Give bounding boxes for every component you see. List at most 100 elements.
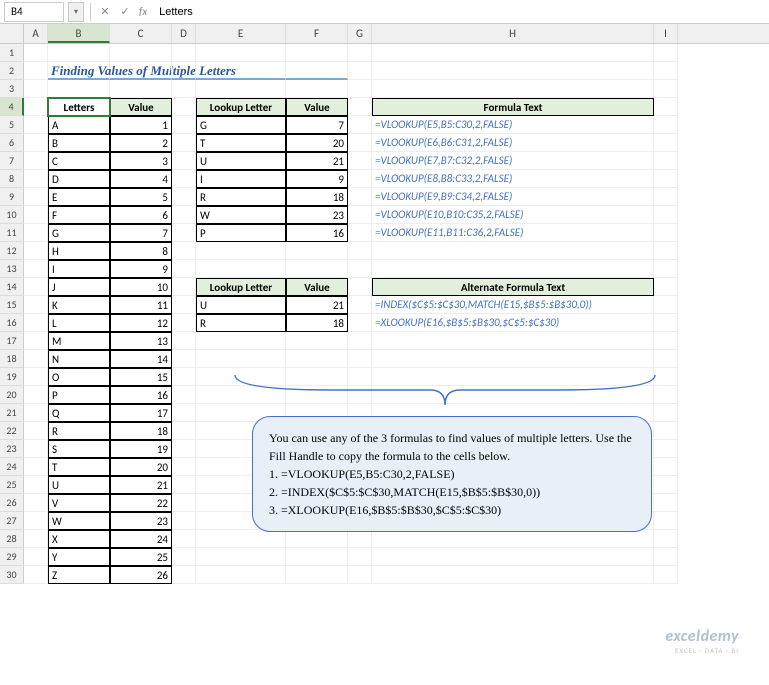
table-cell-value[interactable]: 12 — [110, 314, 172, 332]
table-cell-letter[interactable]: J — [48, 278, 110, 296]
empty-cell[interactable] — [372, 530, 654, 548]
table-cell-letter[interactable]: V — [48, 494, 110, 512]
empty-cell[interactable] — [348, 206, 372, 224]
empty-cell[interactable] — [196, 530, 286, 548]
header-alt-formula-text[interactable]: Alternate Formula Text — [372, 278, 654, 296]
row-header-12[interactable]: 12 — [0, 242, 24, 260]
empty-cell[interactable] — [286, 350, 348, 368]
table-cell-value[interactable]: 14 — [110, 350, 172, 368]
empty-cell[interactable] — [348, 134, 372, 152]
row-header-8[interactable]: 8 — [0, 170, 24, 188]
empty-cell[interactable] — [654, 296, 678, 314]
empty-cell[interactable] — [24, 512, 48, 530]
empty-cell[interactable] — [172, 224, 196, 242]
row-header-16[interactable]: 16 — [0, 314, 24, 332]
empty-cell[interactable] — [286, 530, 348, 548]
empty-cell[interactable] — [654, 80, 678, 98]
table-cell-value[interactable]: 3 — [110, 152, 172, 170]
row-header-19[interactable]: 19 — [0, 368, 24, 386]
table-cell-value[interactable]: 19 — [110, 440, 172, 458]
empty-cell[interactable] — [348, 224, 372, 242]
empty-cell[interactable] — [348, 44, 372, 62]
table-cell-value[interactable]: 9 — [110, 260, 172, 278]
empty-cell[interactable] — [196, 548, 286, 566]
alt-lookup-cell-value[interactable]: 18 — [286, 314, 348, 332]
empty-cell[interactable] — [24, 242, 48, 260]
table-cell-value[interactable]: 20 — [110, 458, 172, 476]
formula-text-cell[interactable]: =VLOOKUP(E10,B10:C35,2,FALSE) — [372, 206, 654, 224]
header-alt-value[interactable]: Value — [286, 278, 348, 296]
empty-cell[interactable] — [48, 80, 110, 98]
empty-cell[interactable] — [172, 296, 196, 314]
empty-cell[interactable] — [654, 224, 678, 242]
empty-cell[interactable] — [654, 440, 678, 458]
empty-cell[interactable] — [172, 458, 196, 476]
row-header-23[interactable]: 23 — [0, 440, 24, 458]
empty-cell[interactable] — [654, 242, 678, 260]
empty-cell[interactable] — [24, 548, 48, 566]
empty-cell[interactable] — [172, 62, 196, 80]
empty-cell[interactable] — [172, 386, 196, 404]
row-header-11[interactable]: 11 — [0, 224, 24, 242]
row-header-29[interactable]: 29 — [0, 548, 24, 566]
empty-cell[interactable] — [348, 530, 372, 548]
empty-cell[interactable] — [196, 260, 286, 278]
lookup-cell-letter[interactable]: U — [196, 152, 286, 170]
empty-cell[interactable] — [654, 278, 678, 296]
empty-cell[interactable] — [172, 440, 196, 458]
table-cell-letter[interactable]: Y — [48, 548, 110, 566]
table-cell-value[interactable]: 5 — [110, 188, 172, 206]
empty-cell[interactable] — [172, 404, 196, 422]
row-header-20[interactable]: 20 — [0, 386, 24, 404]
empty-cell[interactable] — [172, 134, 196, 152]
row-header-26[interactable]: 26 — [0, 494, 24, 512]
empty-cell[interactable] — [24, 368, 48, 386]
table-cell-value[interactable]: 2 — [110, 134, 172, 152]
empty-cell[interactable] — [172, 98, 196, 116]
table-cell-letter[interactable]: G — [48, 224, 110, 242]
empty-cell[interactable] — [654, 350, 678, 368]
empty-cell[interactable] — [372, 62, 654, 80]
alt-lookup-cell-letter[interactable]: U — [196, 296, 286, 314]
table-cell-value[interactable]: 10 — [110, 278, 172, 296]
empty-cell[interactable] — [654, 152, 678, 170]
empty-cell[interactable] — [48, 44, 110, 62]
empty-cell[interactable] — [172, 116, 196, 134]
lookup-cell-letter[interactable]: W — [196, 206, 286, 224]
empty-cell[interactable] — [654, 116, 678, 134]
formula-text-cell[interactable]: =VLOOKUP(E9,B9:C34,2,FALSE) — [372, 188, 654, 206]
table-cell-letter[interactable]: M — [48, 332, 110, 350]
col-header-H[interactable]: H — [372, 24, 654, 43]
empty-cell[interactable] — [172, 206, 196, 224]
empty-cell[interactable] — [348, 260, 372, 278]
empty-cell[interactable] — [172, 494, 196, 512]
col-header-B[interactable]: B — [48, 24, 110, 43]
lookup-cell-value[interactable]: 23 — [286, 206, 348, 224]
empty-cell[interactable] — [24, 404, 48, 422]
empty-cell[interactable] — [372, 566, 654, 584]
empty-cell[interactable] — [24, 296, 48, 314]
table-cell-value[interactable]: 16 — [110, 386, 172, 404]
page-title[interactable]: Finding Values of Multiple Letters — [48, 62, 110, 80]
table-cell-letter[interactable]: P — [48, 386, 110, 404]
formula-text-cell[interactable]: =VLOOKUP(E11,B11:C36,2,FALSE) — [372, 224, 654, 242]
empty-cell[interactable] — [24, 530, 48, 548]
empty-cell[interactable] — [348, 170, 372, 188]
lookup-cell-letter[interactable]: I — [196, 170, 286, 188]
table-cell-letter[interactable]: K — [48, 296, 110, 314]
empty-cell[interactable] — [24, 206, 48, 224]
empty-cell[interactable] — [372, 332, 654, 350]
empty-cell[interactable] — [654, 530, 678, 548]
empty-cell[interactable] — [172, 476, 196, 494]
empty-cell[interactable] — [24, 566, 48, 584]
col-header-D[interactable]: D — [172, 24, 196, 43]
empty-cell[interactable] — [348, 566, 372, 584]
empty-cell[interactable] — [654, 44, 678, 62]
row-header-17[interactable]: 17 — [0, 332, 24, 350]
empty-cell[interactable] — [286, 62, 348, 80]
table-cell-letter[interactable]: Z — [48, 566, 110, 584]
row-header-13[interactable]: 13 — [0, 260, 24, 278]
empty-cell[interactable] — [24, 116, 48, 134]
empty-cell[interactable] — [172, 242, 196, 260]
empty-cell[interactable] — [286, 242, 348, 260]
